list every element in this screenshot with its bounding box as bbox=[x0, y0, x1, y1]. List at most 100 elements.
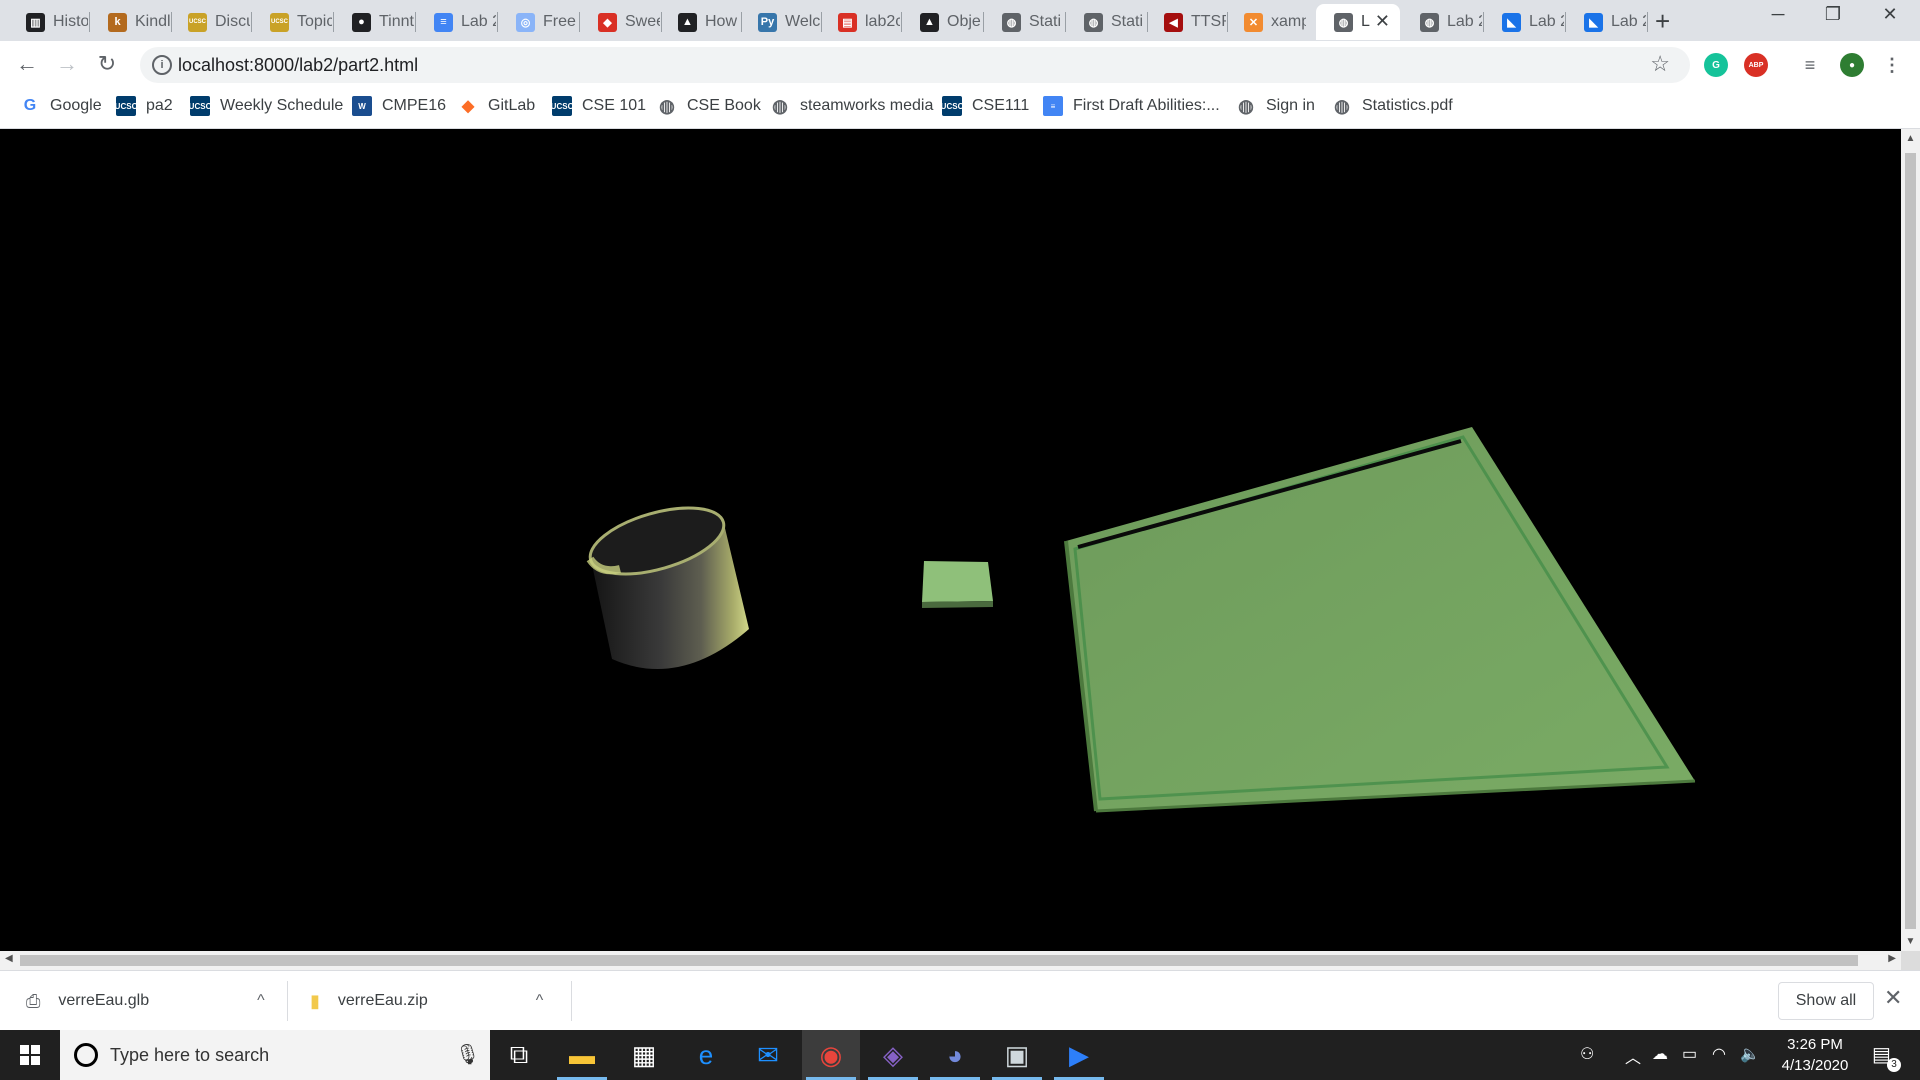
tab-4[interactable]: UCSC Topic bbox=[252, 4, 332, 40]
cortana-icon bbox=[74, 1043, 98, 1067]
start-button[interactable] bbox=[0, 1030, 60, 1080]
horizontal-scrollbar[interactable]: ◀ ▶ bbox=[0, 951, 1901, 970]
discord-taskbar-button[interactable]: ◕ bbox=[926, 1030, 984, 1080]
address-bar[interactable]: i localhost:8000/lab2/part2.html ☆ bbox=[140, 47, 1690, 83]
task-view-taskbar-button[interactable]: ⧉ bbox=[490, 1030, 548, 1080]
tab-7[interactable]: ◎ Free bbox=[498, 4, 578, 40]
tab-5[interactable]: ● Tinnt bbox=[334, 4, 414, 40]
bookmark-star-icon[interactable]: ☆ bbox=[1650, 51, 1670, 77]
bookmark-item[interactable]: UCSC pa2 bbox=[115, 96, 173, 116]
store-taskbar-button[interactable]: ▦ bbox=[615, 1030, 673, 1080]
bookmark-item[interactable]: G Google bbox=[20, 96, 102, 116]
tab-2[interactable]: k Kindl bbox=[90, 4, 170, 40]
grammarly-icon[interactable]: G bbox=[1704, 53, 1728, 77]
bookmark-item[interactable]: UCSC CSE 101 bbox=[551, 96, 646, 116]
network-app-taskbar-button[interactable]: ▣ bbox=[988, 1030, 1046, 1080]
close-shelf-button[interactable]: ✕ bbox=[1884, 985, 1902, 1011]
scroll-right-arrow-icon[interactable]: ▶ bbox=[1888, 953, 1896, 964]
download-item[interactable]: ▮ verreEau.zip ^ bbox=[310, 985, 543, 1017]
vertical-scrollbar[interactable]: ▲ ▼ bbox=[1901, 129, 1920, 951]
bookmark-item[interactable]: ◍ Statistics.pdf bbox=[1332, 96, 1453, 116]
small-green-cube bbox=[922, 561, 993, 608]
menu-icon[interactable]: ⋮ bbox=[1880, 53, 1904, 77]
show-all-button[interactable]: Show all bbox=[1778, 982, 1874, 1020]
bookmark-item[interactable]: ≡ First Draft Abilities:... bbox=[1043, 96, 1220, 116]
bookmark-item[interactable]: ◍ CSE Book bbox=[657, 96, 761, 116]
back-button[interactable]: ← bbox=[12, 51, 42, 77]
bookmark-item[interactable]: UCSC Weekly Schedule bbox=[189, 96, 343, 116]
tab-8[interactable]: ◆ Swee bbox=[580, 4, 660, 40]
onedrive-icon[interactable]: ☁ bbox=[1652, 1044, 1668, 1064]
url-text[interactable]: localhost:8000/lab2/part2.html bbox=[178, 55, 418, 76]
horizontal-scroll-thumb[interactable] bbox=[20, 955, 1858, 966]
wifi-icon[interactable]: ◠ bbox=[1712, 1044, 1726, 1064]
tab-title: TTSR bbox=[1191, 13, 1226, 30]
kindle-icon: k bbox=[108, 12, 127, 32]
clock-date: 4/13/2020 bbox=[1781, 1057, 1849, 1074]
canvas-icon: ◣ bbox=[1584, 12, 1603, 32]
bookmark-item[interactable]: UCSC CSE111 bbox=[941, 96, 1029, 116]
reload-button[interactable]: ↻ bbox=[92, 51, 122, 77]
bookmark-label: Google bbox=[50, 97, 102, 114]
volume-icon[interactable]: 🔈 bbox=[1740, 1044, 1760, 1064]
tab-3[interactable]: UCSC Discu bbox=[170, 4, 250, 40]
mail-taskbar-button[interactable]: ✉ bbox=[739, 1030, 797, 1080]
new-tab-button[interactable]: + bbox=[1655, 8, 1670, 34]
powershell-taskbar-button[interactable]: ▶ bbox=[1050, 1030, 1108, 1080]
battery-icon[interactable]: ▭ bbox=[1682, 1044, 1697, 1064]
file-explorer-taskbar-button[interactable]: ▬ bbox=[553, 1030, 611, 1080]
powershell-icon: ▶ bbox=[1069, 1039, 1089, 1070]
chrome-taskbar-button[interactable]: ◉ bbox=[802, 1030, 860, 1080]
tab-13[interactable]: ◍ Stati bbox=[984, 4, 1064, 40]
tab-17[interactable]: ◍ L ✕ bbox=[1316, 4, 1400, 40]
glass-cylinder bbox=[586, 506, 749, 669]
minimize-button[interactable]: ─ bbox=[1758, 4, 1798, 25]
google-icon: G bbox=[23, 97, 37, 114]
close-tab-icon[interactable]: ✕ bbox=[1375, 11, 1390, 32]
tab-12[interactable]: ▲ Obje bbox=[902, 4, 982, 40]
bookmark-item[interactable]: ◆ GitLab bbox=[458, 96, 535, 116]
xampp-icon: ✕ bbox=[1244, 12, 1263, 32]
chevron-up-icon[interactable]: ^ bbox=[536, 992, 544, 1010]
site-info-icon[interactable]: i bbox=[152, 55, 172, 75]
webgl-canvas[interactable] bbox=[0, 129, 1901, 951]
scroll-down-arrow-icon[interactable]: ▼ bbox=[1901, 936, 1920, 947]
bookmark-item[interactable]: W CMPE16 bbox=[352, 96, 446, 116]
tab-15[interactable]: ◀ TTSR bbox=[1146, 4, 1226, 40]
media-icon[interactable]: ≡ bbox=[1798, 53, 1822, 77]
tab-19[interactable]: ◣ Lab 2 bbox=[1484, 4, 1564, 40]
ucsc-icon: UCSC bbox=[941, 96, 963, 116]
vertical-scroll-thumb[interactable] bbox=[1905, 153, 1916, 929]
scroll-left-arrow-icon[interactable]: ◀ bbox=[5, 953, 13, 964]
bookmark-item[interactable]: ◍ steamworks media bbox=[770, 96, 933, 116]
tab-18[interactable]: ◍ Lab 2 bbox=[1402, 4, 1482, 40]
download-item[interactable]: ⎙ verreEau.glb ^ bbox=[26, 985, 265, 1017]
visual-studio-taskbar-button[interactable]: ◈ bbox=[864, 1030, 922, 1080]
people-icon[interactable]: ⚇ bbox=[1580, 1044, 1594, 1064]
system-clock[interactable]: 3:26 PM 4/13/2020 bbox=[1770, 1034, 1860, 1076]
forward-button[interactable]: → bbox=[52, 51, 82, 77]
tab-strip: ▥ Histo k Kindl UCSC Discu UCSC Topic ● Tinnt ≡ Lab… bbox=[0, 0, 1920, 41]
adblock-icon[interactable]: ABP bbox=[1744, 53, 1768, 77]
globe-icon: ◍ bbox=[1238, 95, 1254, 116]
tray-chevron-up-icon[interactable]: ︿ bbox=[1625, 1044, 1641, 1068]
tab-14[interactable]: ◍ Stati bbox=[1066, 4, 1146, 40]
microphone-icon[interactable]: 🎙 bbox=[455, 1042, 480, 1067]
profile-avatar[interactable]: ● bbox=[1840, 53, 1864, 77]
scroll-up-arrow-icon[interactable]: ▲ bbox=[1901, 133, 1920, 144]
taskbar-search-box[interactable]: Type here to search 🎙 bbox=[60, 1030, 490, 1080]
chevron-up-icon[interactable]: ^ bbox=[257, 992, 265, 1010]
tab-6[interactable]: ≡ Lab 2 bbox=[416, 4, 496, 40]
tab-1[interactable]: ▥ Histo bbox=[8, 4, 88, 40]
restore-button[interactable]: ❐ bbox=[1813, 4, 1853, 25]
close-window-button[interactable]: ✕ bbox=[1870, 4, 1910, 25]
tab-20[interactable]: ◣ Lab 2 bbox=[1566, 4, 1646, 40]
tab-11[interactable]: ▤ lab2c bbox=[820, 4, 900, 40]
tab-9[interactable]: ▲ How bbox=[660, 4, 740, 40]
tab-16[interactable]: ✕ xamp bbox=[1226, 4, 1306, 40]
tab-title: xamp bbox=[1271, 13, 1306, 30]
tab-title: Stati bbox=[1029, 13, 1062, 30]
tab-10[interactable]: Py Welc bbox=[740, 4, 820, 40]
edge-taskbar-button[interactable]: e bbox=[677, 1030, 735, 1080]
bookmark-item[interactable]: ◍ Sign in bbox=[1236, 96, 1315, 116]
